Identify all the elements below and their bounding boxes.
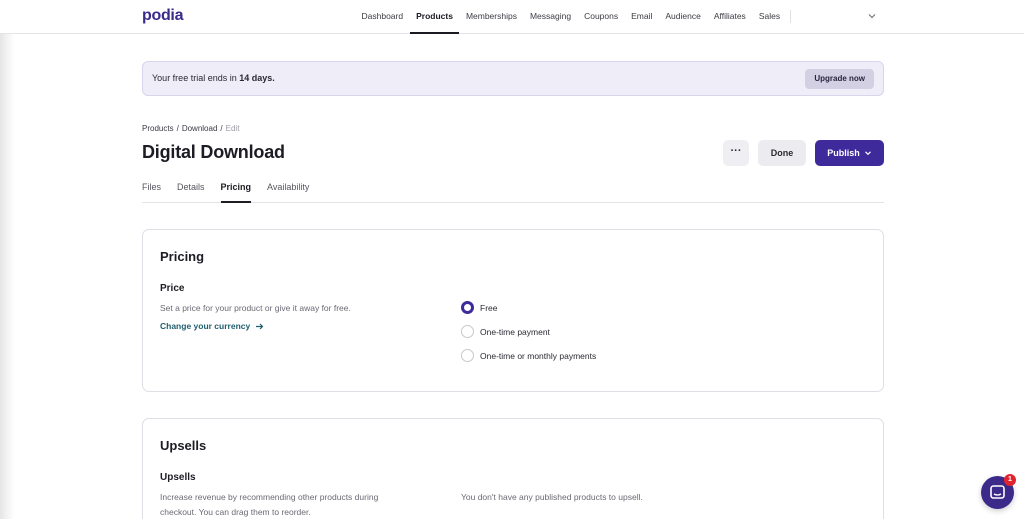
pricing-card: Pricing Price Set a price for your produ… (142, 229, 884, 392)
page-title: Digital Download (142, 142, 285, 162)
price-option-one-time-label: One-time payment (480, 326, 550, 337)
breadcrumb-download[interactable]: Download (182, 124, 218, 133)
price-option-monthly-label: One-time or monthly payments (480, 350, 597, 361)
upsells-section-title: Upsells (160, 472, 196, 483)
chevron-down-icon (864, 151, 871, 156)
publish-button[interactable]: Publish (815, 140, 884, 166)
change-currency-link[interactable]: Change your currency (160, 321, 264, 331)
trial-days: 14 days. (239, 73, 275, 83)
tab-availability[interactable]: Availability (267, 172, 309, 203)
price-section-title: Price (160, 283, 185, 294)
top-navigation: podia Dashboard Products Memberships Mes… (0, 0, 1024, 34)
trial-text-prefix: Your free trial ends in (152, 73, 240, 83)
done-button[interactable]: Done (758, 140, 806, 166)
pricing-card-title: Pricing (160, 249, 205, 264)
trial-message: Your free trial ends in 14 days. (152, 73, 275, 83)
price-description: Set a price for your product or give it … (160, 303, 351, 313)
tab-details[interactable]: Details (177, 172, 205, 203)
nav-item-audience[interactable]: Audience (659, 0, 707, 34)
product-tabs: Files Details Pricing Availability (142, 172, 884, 203)
nav-item-affiliates[interactable]: Affiliates (707, 0, 752, 34)
nav-item-coupons[interactable]: Coupons (578, 0, 625, 34)
nav-menu: Dashboard Products Memberships Messaging… (355, 0, 787, 34)
podia-logo[interactable]: podia (142, 7, 183, 25)
upsells-empty-note: You don't have any published products to… (461, 492, 643, 502)
tab-files[interactable]: Files (142, 172, 161, 203)
nav-item-email[interactable]: Email (625, 0, 659, 34)
radio-free[interactable] (461, 301, 474, 314)
price-option-free-label: Free (480, 302, 498, 313)
tab-pricing[interactable]: Pricing (220, 172, 252, 203)
breadcrumb-separator: / (220, 124, 223, 133)
trial-banner: Your free trial ends in 14 days. Upgrade… (142, 61, 884, 96)
breadcrumb: Products / Download / Edit (142, 124, 239, 133)
nav-item-messaging[interactable]: Messaging (523, 0, 577, 34)
change-currency-label: Change your currency (160, 321, 251, 331)
more-options-button[interactable]: ··· (723, 140, 749, 166)
breadcrumb-separator: / (176, 124, 179, 133)
upgrade-now-button[interactable]: Upgrade now (805, 69, 874, 89)
radio-monthly[interactable] (461, 349, 474, 362)
price-option-monthly[interactable]: One-time or monthly payments (461, 349, 596, 362)
upsells-description: Increase revenue by recommending other p… (160, 492, 379, 517)
upsells-card-title: Upsells (160, 438, 207, 453)
breadcrumb-edit: Edit (225, 124, 240, 133)
radio-one-time[interactable] (461, 325, 474, 338)
publish-label: Publish (827, 148, 860, 158)
nav-divider (790, 10, 791, 23)
breadcrumb-products[interactable]: Products (142, 124, 174, 133)
nav-item-dashboard[interactable]: Dashboard (355, 0, 410, 34)
upsells-card: Upsells Upsells Increase revenue by reco… (142, 418, 884, 519)
nav-item-sales[interactable]: Sales (752, 0, 786, 34)
side-panel-edge (0, 34, 14, 519)
price-option-free[interactable]: Free (461, 301, 497, 314)
chevron-down-icon[interactable] (866, 10, 878, 22)
nav-item-memberships[interactable]: Memberships (459, 0, 523, 34)
nav-item-products[interactable]: Products (409, 0, 460, 34)
price-option-one-time[interactable]: One-time payment (461, 325, 550, 338)
chat-notification-badge: 1 (1004, 474, 1016, 486)
arrow-right-icon (256, 323, 264, 329)
